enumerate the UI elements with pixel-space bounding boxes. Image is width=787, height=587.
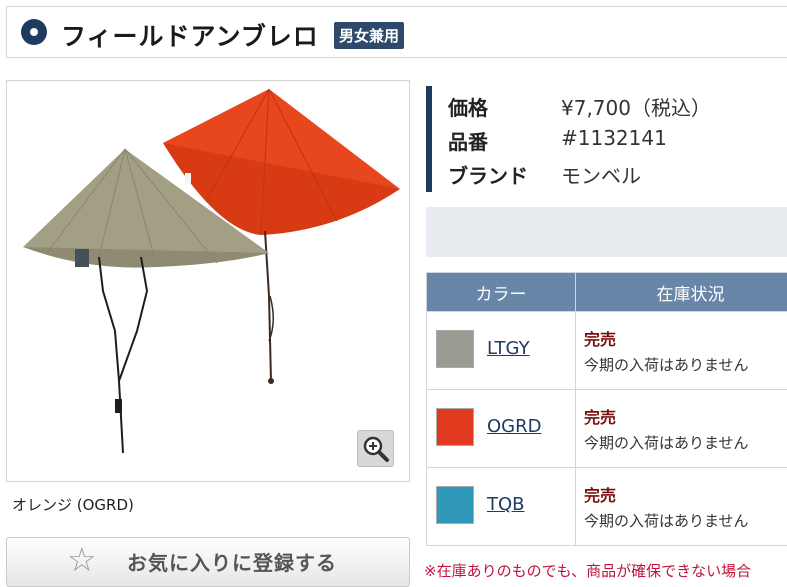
color-cell: LTGY: [427, 312, 576, 390]
image-caption: オレンジ (OGRD): [12, 494, 134, 515]
color-link-ogrd[interactable]: OGRD: [487, 416, 541, 437]
stock-cell: 完売 今期の入荷はありません: [576, 390, 787, 468]
page-title: フィールドアンブレロ: [61, 17, 319, 53]
color-swatch: [436, 330, 474, 368]
stock-footnote: ※在庫ありのものでも、商品が確保できない場合: [424, 560, 751, 581]
price-label: 価格: [448, 92, 488, 121]
color-cell: TQB: [427, 468, 576, 546]
stock-cell: 完売 今期の入荷はありません: [576, 312, 787, 390]
sold-out-label: 完売: [584, 326, 616, 350]
title-bullet-icon: [21, 19, 47, 45]
color-swatch: [436, 408, 474, 446]
zoom-button[interactable]: [357, 430, 394, 467]
color-swatch: [436, 486, 474, 524]
brand-value: モンベル: [561, 160, 641, 189]
sold-out-label: 完売: [584, 482, 616, 506]
table-row: OGRD 完売 今期の入荷はありません: [427, 390, 787, 468]
color-link-ltgy[interactable]: LTGY: [487, 338, 530, 359]
product-spec: 価格 ¥7,700（税込） 品番 #1132141 ブランド モンベル: [426, 86, 787, 192]
color-column-header: カラー: [427, 273, 576, 312]
color-link-tqb[interactable]: TQB: [487, 494, 525, 515]
product-image[interactable]: [6, 80, 410, 482]
sku-label: 品番: [448, 126, 488, 155]
brand-label: ブランド: [448, 160, 528, 189]
table-row: LTGY 完売 今期の入荷はありません: [427, 312, 787, 390]
stock-table-header: カラー 在庫状況: [427, 273, 787, 312]
restock-note: 今期の入荷はありません: [584, 510, 749, 531]
stock-table: カラー 在庫状況 LTGY 完売 今期の入荷はありません OGRD 完売 今期の…: [426, 272, 787, 546]
product-title-bar: フィールドアンブレロ 男女兼用: [6, 6, 787, 58]
restock-note: 今期の入荷はありません: [584, 354, 749, 375]
star-outline-icon: ☆: [67, 540, 97, 579]
add-to-favorites-button[interactable]: ☆ お気に入りに登録する: [6, 537, 410, 587]
stock-column-header: 在庫状況: [576, 273, 787, 312]
favorites-label: お気に入りに登録する: [127, 547, 337, 576]
magnifier-plus-icon: [358, 431, 393, 466]
unisex-badge: 男女兼用: [334, 22, 404, 49]
info-panel: [426, 207, 787, 257]
table-row: TQB 完売 今期の入荷はありません: [427, 468, 787, 546]
color-cell: OGRD: [427, 390, 576, 468]
sku-value: #1132141: [561, 126, 667, 150]
restock-note: 今期の入荷はありません: [584, 432, 749, 453]
sold-out-label: 完売: [584, 404, 616, 428]
price-value: ¥7,700（税込）: [561, 92, 711, 121]
stock-cell: 完売 今期の入荷はありません: [576, 468, 787, 546]
hat-illustration: [7, 81, 410, 482]
